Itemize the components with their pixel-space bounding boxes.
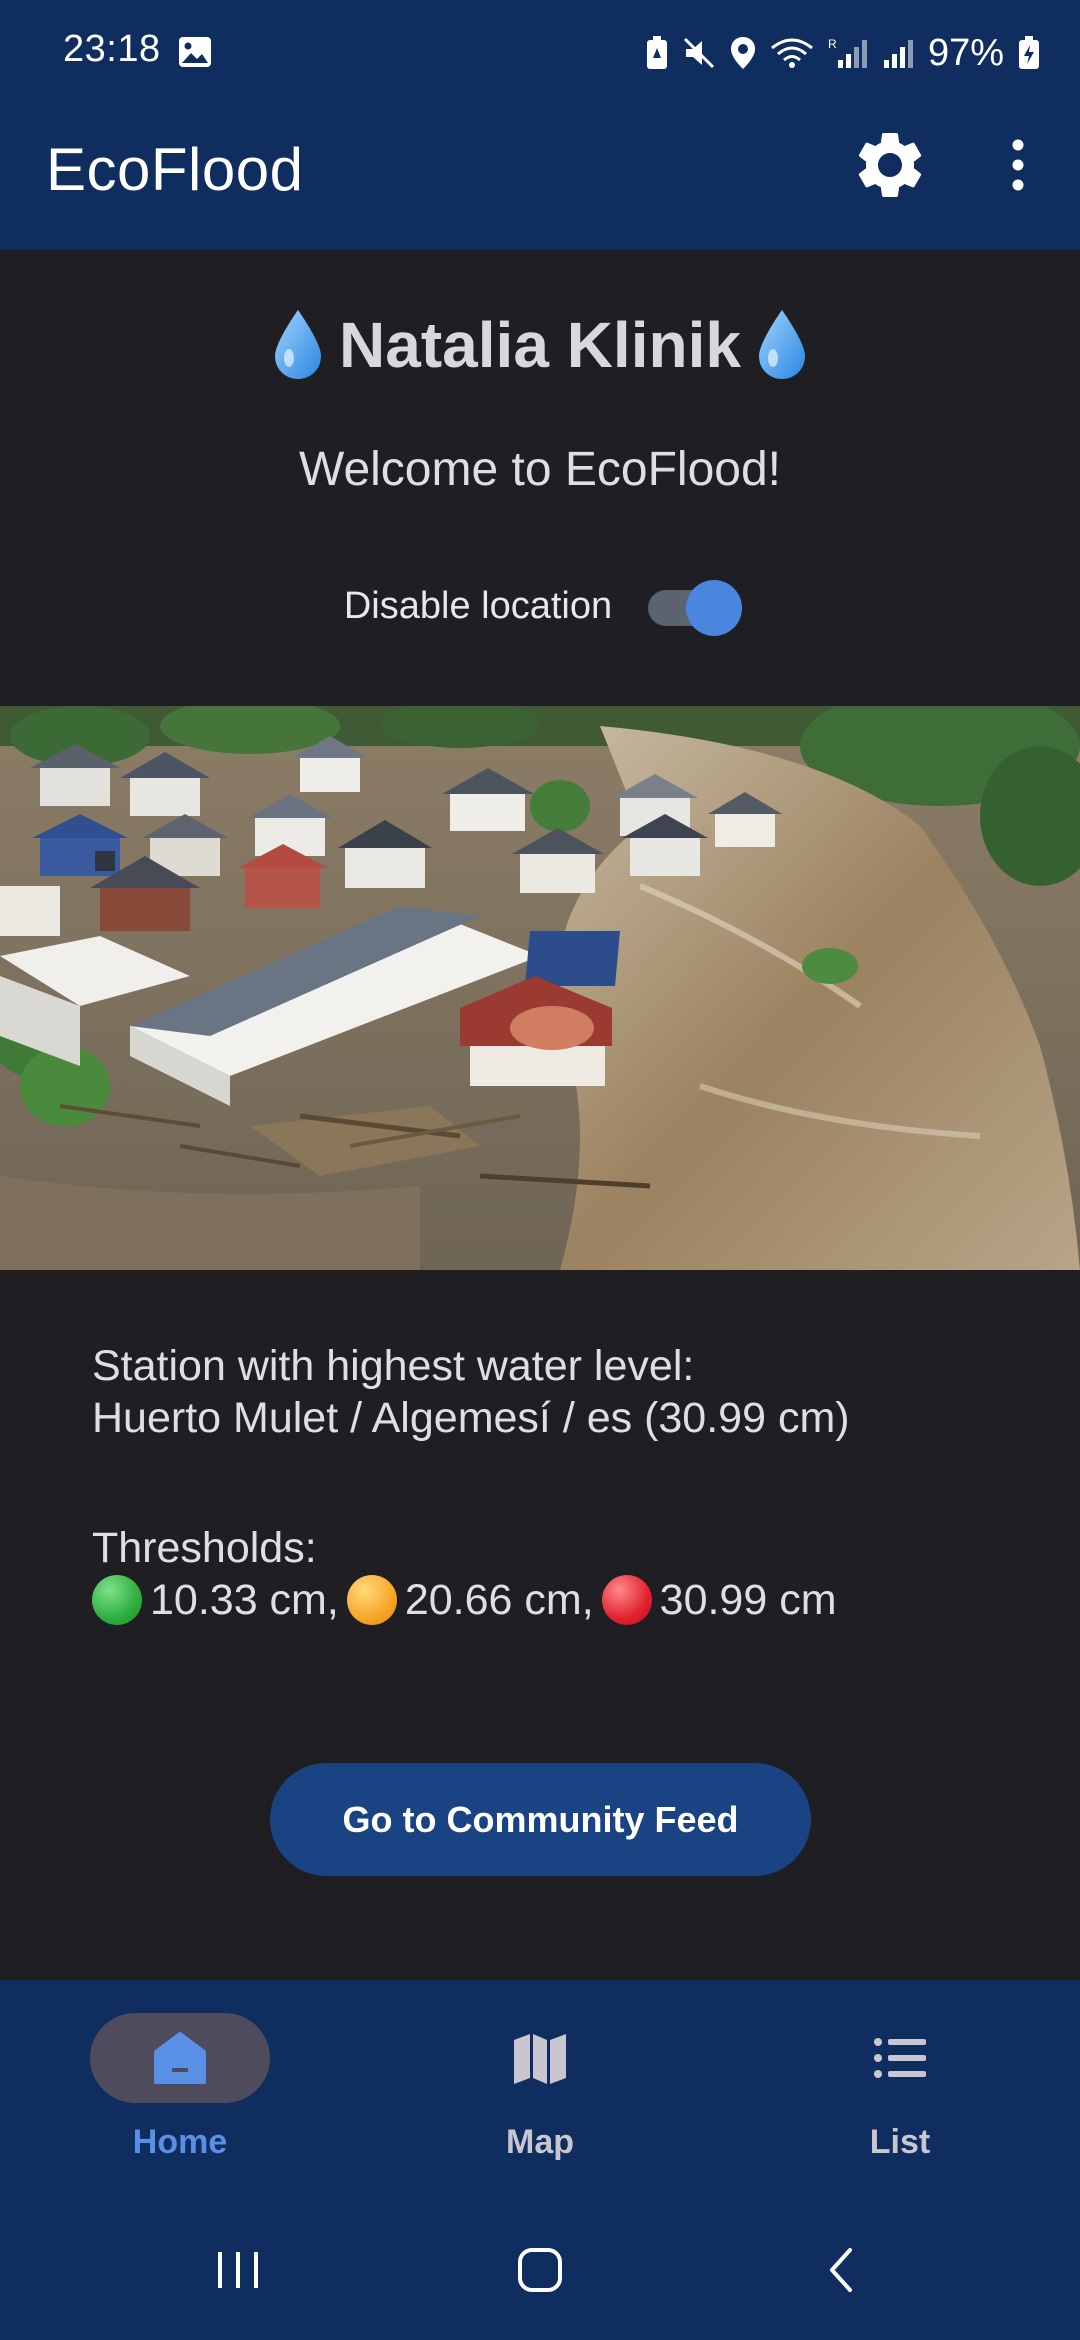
thresholds-values: 10.33 cm, 20.66 cm, 30.99 cm — [92, 1574, 837, 1626]
water-drop-icon — [275, 310, 322, 379]
home-system-icon[interactable] — [510, 2240, 570, 2300]
home-icon — [154, 2032, 206, 2084]
nav-item-home[interactable]: Home — [60, 2013, 300, 2173]
welcome-message: Welcome to EcoFlood! — [299, 443, 781, 496]
community-feed-button[interactable]: Go to Community Feed — [270, 1763, 811, 1876]
recent-apps-icon[interactable] — [208, 2240, 268, 2300]
gear-icon[interactable] — [850, 125, 930, 205]
battery-saver-icon — [646, 36, 667, 69]
nav-label-list: List — [869, 2123, 931, 2161]
station-info: Station with highest water level: Huerto… — [92, 1340, 850, 1444]
threshold-yellow: 20.66 cm, — [404, 1576, 594, 1624]
gallery-notification-icon — [179, 37, 211, 67]
more-vert-icon[interactable] — [1000, 135, 1036, 195]
status-icons: R 97% — [646, 28, 1040, 78]
mute-icon — [683, 37, 714, 69]
water-drop-icon — [758, 310, 805, 379]
location-icon — [730, 37, 755, 69]
status-time: 23:18 — [63, 28, 161, 70]
thresholds-info: Thresholds: 10.33 cm, 20.66 cm, 30.99 cm — [92, 1522, 837, 1626]
nav-item-map[interactable]: Map — [420, 2013, 660, 2173]
nav-label-map: Map — [506, 2123, 574, 2161]
bottom-navigation: Home Map List — [0, 1980, 1080, 2195]
station-value: Huerto Mulet / Algemesí / es (30.99 cm) — [92, 1394, 850, 1442]
threshold-green: 10.33 cm, — [150, 1576, 339, 1624]
location-toggle-label: Disable location — [343, 584, 613, 627]
status-bar: 23:18 R 97% — [0, 0, 1080, 105]
toggle-thumb — [686, 580, 743, 636]
nav-item-list[interactable]: List — [780, 2013, 1020, 2173]
user-name-heading: Natalia Klinik — [0, 308, 1080, 382]
signal-r-icon: R — [828, 37, 867, 68]
back-icon[interactable] — [812, 2240, 872, 2300]
location-toggle-switch[interactable] — [642, 578, 743, 636]
home-content: Natalia Klinik Welcome to EcoFlood! Disa… — [0, 250, 1080, 1980]
wifi-icon — [771, 38, 813, 68]
station-heading: Station with highest water level: — [92, 1342, 695, 1390]
map-icon — [514, 2034, 566, 2084]
green-circle-icon — [92, 1575, 142, 1625]
thresholds-heading: Thresholds: — [92, 1524, 317, 1572]
app-title: EcoFlood — [46, 136, 304, 203]
nav-label-home: Home — [132, 2123, 228, 2161]
red-circle-icon — [601, 1575, 652, 1625]
app-bar: EcoFlood — [0, 105, 1080, 250]
signal-icon — [883, 40, 913, 68]
system-navigation-bar — [0, 2195, 1080, 2340]
list-icon — [874, 2038, 926, 2078]
svg-text:R: R — [828, 37, 837, 51]
battery-percent: 97% — [927, 31, 1004, 74]
user-name: Natalia Klinik — [339, 309, 741, 381]
threshold-red: 30.99 cm — [659, 1576, 837, 1624]
location-toggle-row: Disable location — [0, 578, 1080, 636]
flood-photo — [0, 706, 1080, 1270]
yellow-circle-icon — [346, 1575, 397, 1625]
battery-charging-icon — [1019, 36, 1039, 69]
